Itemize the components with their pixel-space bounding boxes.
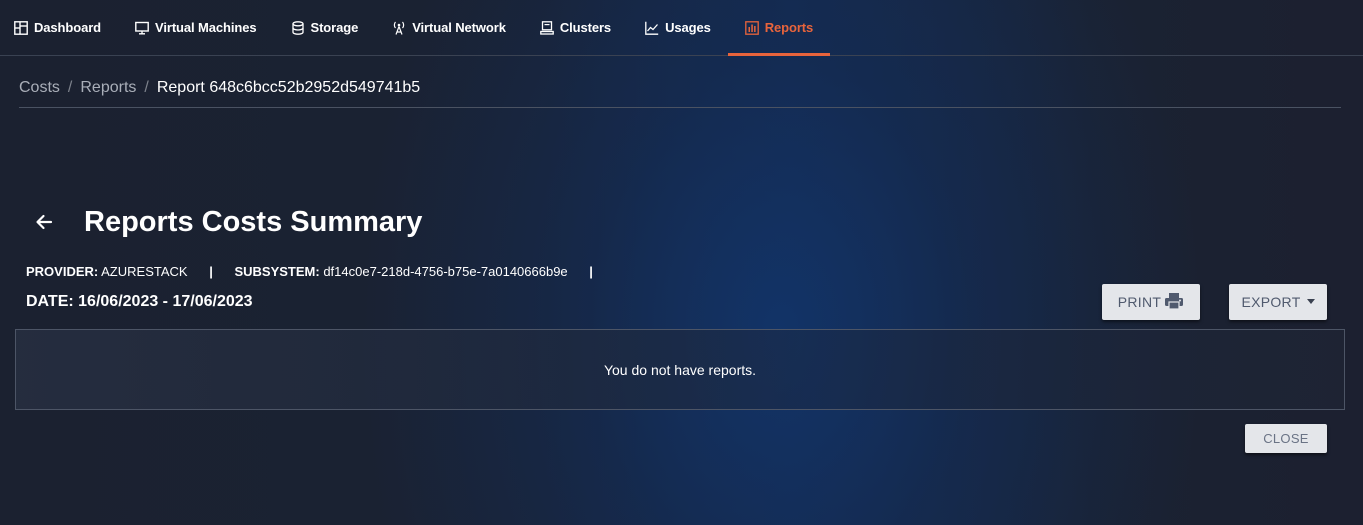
nav-label-reports: Reports (764, 20, 814, 35)
report-meta: PROVIDER: AZURESTACK | SUBSYSTEM: df14c0… (26, 264, 611, 279)
export-dropdown-button[interactable]: EXPORT (1229, 284, 1327, 320)
print-button[interactable]: PRINT (1102, 284, 1200, 320)
server-icon (539, 20, 554, 35)
breadcrumb-current: Report 648c6bcc52b2952d549741b5 (156, 79, 421, 96)
nav-item-dashboard[interactable]: Dashboard (0, 0, 118, 55)
nav-label-clusters: Clusters (559, 20, 612, 35)
date-value: 16/06/2023 - 17/06/2023 (78, 293, 253, 310)
nav-label-storage: Storage (310, 20, 359, 35)
dashboard-icon (14, 20, 28, 35)
breadcrumb-reports[interactable]: Reports (80, 79, 136, 107)
nav-item-usages[interactable]: Usages (628, 0, 728, 55)
database-icon (291, 20, 305, 35)
date-label: DATE: (26, 293, 74, 310)
provider-label: PROVIDER: (26, 264, 99, 279)
print-label: PRINT (1117, 294, 1162, 310)
nav-label-virtual-machines: Virtual Machines (155, 20, 257, 35)
monitor-icon (135, 21, 149, 35)
report-icon (744, 20, 759, 35)
meta-separator: | (589, 264, 593, 279)
report-date: DATE: 16/06/2023 - 17/06/2023 (26, 293, 253, 311)
page-title: Reports Costs Summary (84, 206, 423, 238)
export-label: EXPORT (1241, 294, 1301, 310)
nav-item-clusters[interactable]: Clusters (523, 0, 628, 55)
nav-item-storage[interactable]: Storage (274, 0, 376, 55)
chart-line-icon (645, 21, 659, 35)
close-label: CLOSE (1263, 431, 1309, 446)
nav-label-dashboard: Dashboard (34, 20, 102, 35)
meta-separator: | (209, 264, 213, 279)
subsystem-label: SUBSYSTEM: (234, 264, 320, 279)
provider-value: AZURESTACK (101, 264, 188, 279)
caret-down-icon (1306, 298, 1315, 304)
subsystem-value: df14c0e7-218d-4756-b75e-7a0140666b9e (323, 264, 568, 279)
breadcrumb: Costs / Reports / Report 648c6bcc52b2952… (19, 79, 1341, 108)
breadcrumb-separator: / (144, 79, 149, 96)
back-arrow-icon[interactable] (33, 211, 55, 233)
antenna-icon (392, 21, 406, 35)
nav-label-usages: Usages (665, 20, 711, 35)
breadcrumb-costs[interactable]: Costs (19, 79, 60, 107)
nav-item-virtual-network[interactable]: Virtual Network (375, 0, 523, 55)
top-navigation: Dashboard Virtual Machines Storage Virtu… (0, 0, 1363, 56)
nav-label-virtual-network: Virtual Network (412, 20, 506, 35)
nav-item-reports[interactable]: Reports (727, 0, 831, 56)
empty-state-message: You do not have reports. (603, 361, 757, 378)
close-button[interactable]: CLOSE (1245, 424, 1327, 453)
printer-icon (1164, 292, 1184, 313)
breadcrumb-separator: / (67, 79, 73, 96)
nav-item-virtual-machines[interactable]: Virtual Machines (118, 0, 273, 55)
reports-empty-panel: You do not have reports. (15, 329, 1345, 410)
